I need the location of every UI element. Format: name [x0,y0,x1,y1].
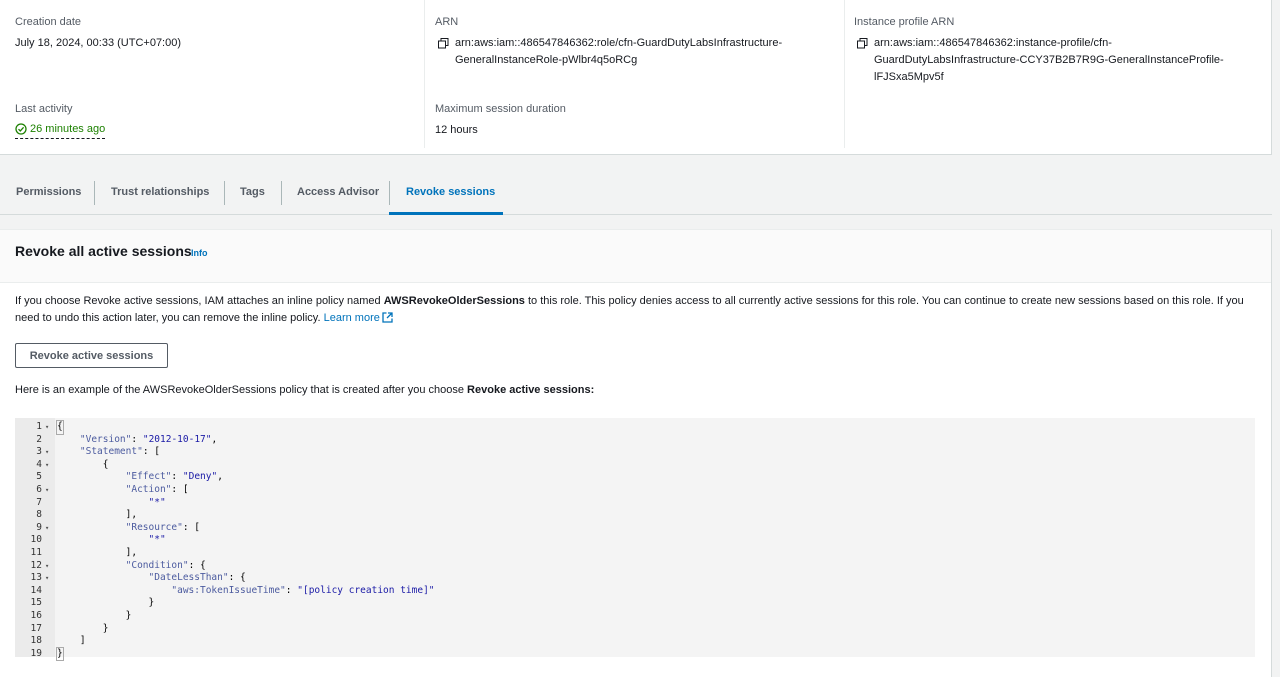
line-number: 9 [36,521,42,533]
last-activity-label: Last activity [15,103,73,115]
max-session-value: 12 hours [435,124,478,136]
learn-more-link[interactable]: Learn more [324,312,380,324]
line-number: 13 [30,572,42,584]
line-number: 18 [30,635,42,647]
instance-profile-arn-line3: lFJSxa5Mpv5f [874,71,944,83]
code-text: "DateLessThan": { [148,572,246,584]
code-text: "Statement": [ [79,446,160,458]
code-text: "Effect": "Deny", [125,471,223,483]
active-tab-indicator [389,212,503,215]
panel-header: Revoke all active sessions Info [0,230,1271,283]
summary-column-2: ARN arn:aws:iam::486547846362:role/cfn-G… [424,0,844,148]
code-text: "Resource": [ [125,521,201,533]
code-text: } [57,597,155,609]
example-text: Here is an example of the AWSRevokeOlder… [15,384,594,396]
line-number: 10 [30,534,42,546]
info-link[interactable]: Info [191,248,208,258]
tab-trust-relationships[interactable]: Trust relationships [111,181,209,205]
role-tabs: Permissions Trust relationships Tags Acc… [0,171,1272,215]
code-text: } [57,622,109,634]
code-text: ], [57,547,138,558]
check-circle-icon [15,123,27,135]
instance-profile-arn-line1: arn:aws:iam::486547846362:instance-profi… [874,37,1112,49]
line-number: 6 [36,484,42,495]
tab-divider [94,181,95,205]
line-number: 2 [36,433,42,445]
code-text: { [56,420,64,435]
arn-value-line2: GeneralInstanceRole-pWlbr4q5oRCg [455,54,638,66]
tab-tags[interactable]: Tags [240,181,265,205]
line-number: 14 [30,584,42,596]
fold-arrow-icon[interactable]: ▾ [45,522,49,535]
example-bold: Revoke active sessions: [467,384,595,396]
line-number: 5 [36,471,42,483]
line-number: 11 [30,547,42,558]
summary-column-3: Instance profile ARN arn:aws:iam::486547… [844,0,1264,148]
external-link-icon[interactable] [382,312,393,329]
tab-divider [281,181,282,205]
policy-name: AWSRevokeOlderSessions [383,295,525,307]
instance-profile-arn-label: Instance profile ARN [854,16,955,28]
copy-icon[interactable] [438,38,450,50]
tab-divider [224,181,225,205]
code-text: "aws:TokenIssueTime": "[policy creation … [171,584,435,596]
code-text: ] [57,635,86,647]
line-number: 19 [30,647,42,659]
line-number: 4 [36,458,42,470]
arn-value-line1: arn:aws:iam::486547846362:role/cfn-Guard… [455,37,783,49]
last-activity-value[interactable]: 26 minutes ago [15,121,106,139]
panel-title: Revoke all active sessions [15,243,192,259]
description-part1: If you choose Revoke active sessions, IA… [15,295,384,307]
fold-arrow-icon[interactable]: ▾ [45,421,49,434]
revoke-active-sessions-button[interactable]: Revoke active sessions [15,343,168,368]
revoke-sessions-panel: Revoke all active sessions Info If you c… [0,229,1272,677]
max-session-label: Maximum session duration [435,103,566,115]
code-text: "*" [148,534,166,546]
last-activity-text: 26 minutes ago [30,123,106,135]
code-text: "Action": [ [125,484,189,495]
tab-access-advisor[interactable]: Access Advisor [297,181,379,205]
role-summary: Creation date July 18, 2024, 00:33 (UTC+… [0,0,1272,155]
tab-revoke-sessions[interactable]: Revoke sessions [406,181,495,205]
line-number: 7 [36,496,42,508]
arn-label: ARN [435,16,459,28]
instance-profile-arn-line2: GuardDutyLabsInfrastructure-CCY37B2B7R9G… [874,54,1224,66]
copy-icon[interactable] [857,38,869,50]
creation-date-label: Creation date [15,16,82,28]
code-text: "Version": "2012-10-17", [79,433,218,445]
fold-arrow-icon[interactable]: ▾ [45,446,49,459]
line-number: 8 [36,509,42,521]
fold-arrow-icon[interactable]: ▾ [45,459,49,472]
line-number: 1 [36,421,42,432]
code-text: ], [57,509,138,521]
creation-date-value: July 18, 2024, 00:33 (UTC+07:00) [15,37,182,49]
line-number: 17 [30,622,42,634]
policy-code-editor[interactable]: 1 ▾{2 "Version": "2012-10-17", 3 ▾ "Stateme… [15,418,1255,662]
summary-column-1: Creation date July 18, 2024, 00:33 (UTC+… [15,0,415,148]
tab-divider [389,181,390,205]
description-text: If you choose Revoke active sessions, IA… [15,293,1260,329]
line-number: 15 [30,597,42,609]
example-part1: Here is an example of the AWSRevokeOlder… [15,384,468,396]
line-number: 3 [36,446,42,458]
code-text: } [56,646,64,662]
code-text: "Condition": { [125,559,206,571]
fold-arrow-icon[interactable]: ▾ [45,484,49,497]
code-text: } [57,610,132,621]
line-number: 16 [30,610,42,621]
line-number: 12 [30,559,42,571]
fold-arrow-icon[interactable]: ▾ [45,560,49,573]
tab-permissions[interactable]: Permissions [16,181,81,205]
code-text: { [57,458,109,470]
fold-arrow-icon[interactable]: ▾ [45,572,49,585]
code-text: "*" [148,496,166,508]
